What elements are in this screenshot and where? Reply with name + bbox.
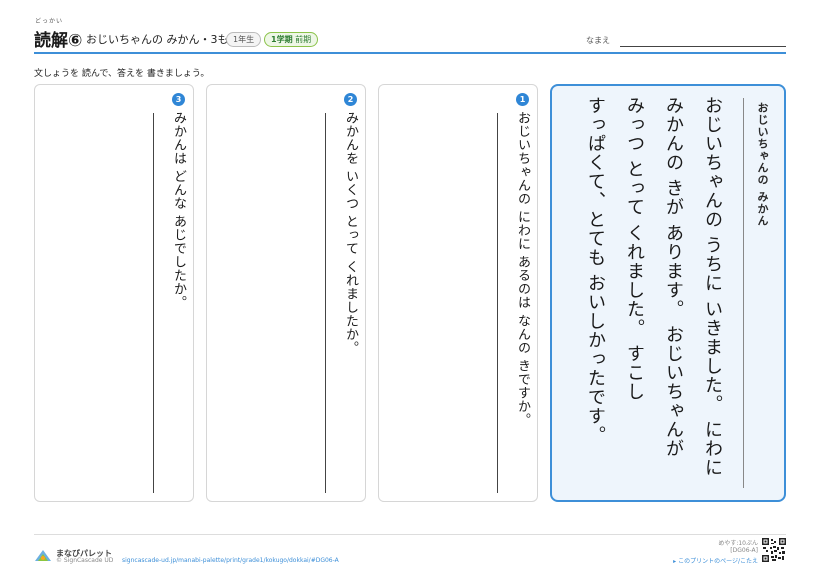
worksheet-url-link[interactable]: signcascade-ud.jp/manabi-palette/print/g… xyxy=(122,557,339,564)
question-box-2: 2 みかんを いくつ とって くれましたか。 xyxy=(206,84,366,502)
answer-line[interactable] xyxy=(325,113,326,493)
question-number-badge: 1 xyxy=(516,93,529,106)
name-label: なまえ xyxy=(586,36,610,45)
title-ruby: どっかい xyxy=(35,18,64,25)
question-text: おじいちゃんの にわに あるのは なんの きですか。 xyxy=(515,111,530,427)
worksheet-header: どっかい 読解⑥ おじいちゃんの みかん・3もん 1年生 1学期 前期 なまえ xyxy=(34,18,786,52)
question-number-badge: 3 xyxy=(172,93,185,106)
term-badge-strong: 1学期 xyxy=(271,35,293,44)
story-box: おじいちゃんの みかん おじいちゃんの うちに いきました。 にわに みかんの … xyxy=(550,84,786,502)
copyright-text: © SignCascade UD xyxy=(56,557,114,564)
footer-divider xyxy=(34,534,786,535)
story-line: おじいちゃんの うちに いきました。 にわに xyxy=(702,96,723,478)
question-box-3: 3 みかんは どんな あじでしたか。 xyxy=(34,84,194,502)
worksheet-code: [DG06-A] xyxy=(730,547,758,554)
story-title-divider xyxy=(743,98,744,488)
story-line: みっつ とって くれました。 すこし xyxy=(624,96,645,402)
question-text: みかんは どんな あじでしたか。 xyxy=(171,111,186,310)
header-divider xyxy=(34,52,786,54)
answer-line[interactable] xyxy=(153,113,154,493)
story-line: みかんの きが あります。 おじいちゃんが xyxy=(663,96,684,459)
qr-code-icon[interactable] xyxy=(762,538,786,562)
page-title: 読解⑥ xyxy=(34,31,83,51)
story-body: おじいちゃんの うちに いきました。 にわに みかんの きが あります。 おじい… xyxy=(576,96,732,488)
palette-logo-icon xyxy=(35,550,51,561)
question-box-1: 1 おじいちゃんの にわに あるのは なんの きですか。 xyxy=(378,84,538,502)
grade-badge: 1年生 xyxy=(226,32,262,47)
question-text: みかんを いくつ とって くれましたか。 xyxy=(343,111,358,355)
story-title: おじいちゃんの みかん xyxy=(756,102,769,227)
term-badge-small: 前期 xyxy=(295,35,312,44)
instruction-text: 文しょうを 読んで、答えを 書きましょう。 xyxy=(34,69,210,79)
name-field[interactable] xyxy=(620,46,786,47)
answer-line[interactable] xyxy=(497,113,498,493)
term-badge: 1学期 前期 xyxy=(264,32,319,47)
answer-page-link[interactable]: ▸ このプリントのページ/こたえ xyxy=(673,556,758,565)
question-number-badge: 2 xyxy=(344,93,357,106)
page-subtitle: おじいちゃんの みかん・3もん xyxy=(86,33,240,46)
time-estimate: めやす:10ぷん xyxy=(718,540,758,547)
story-line: すっぱくて、とても おいしかったです。 xyxy=(585,96,606,445)
